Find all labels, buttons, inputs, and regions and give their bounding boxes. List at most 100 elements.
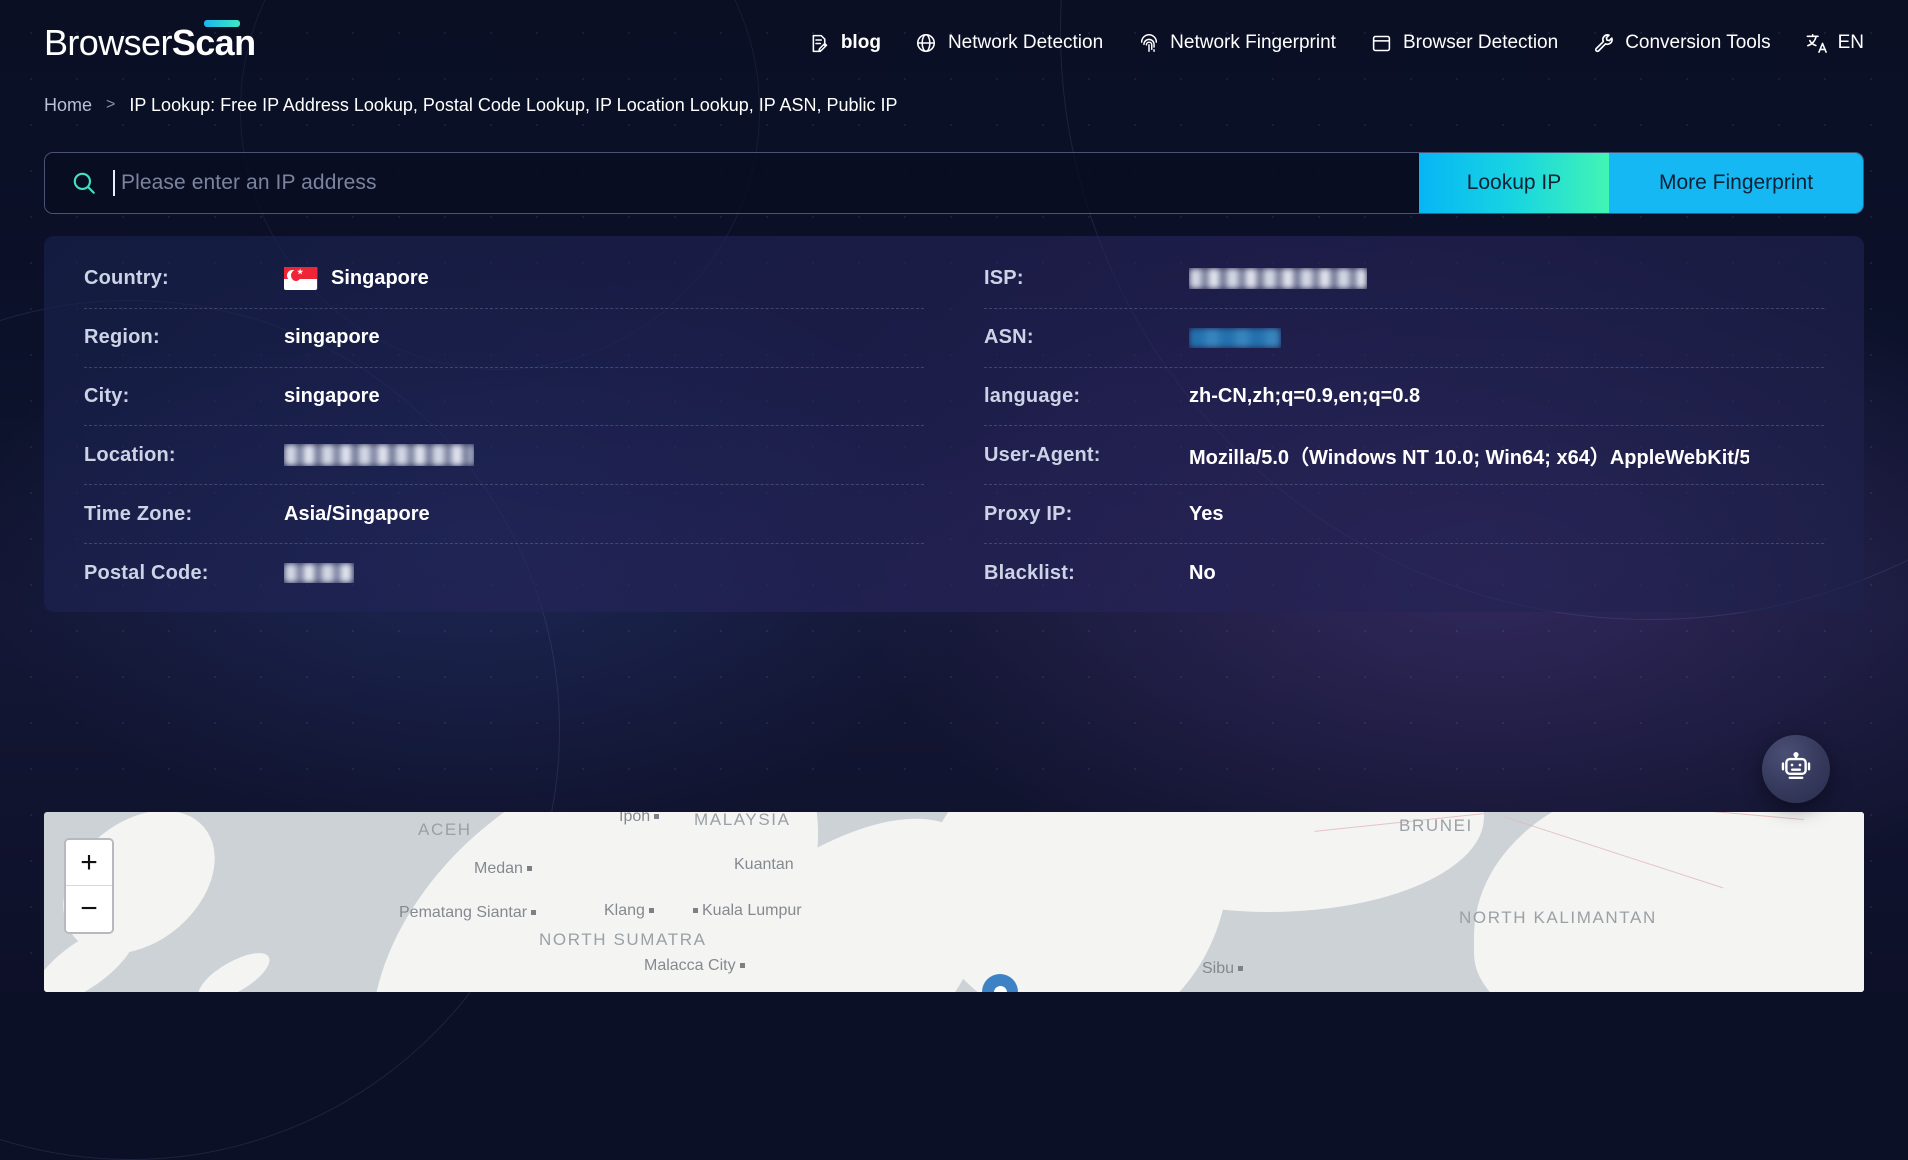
- browser-window-icon: [1370, 32, 1393, 55]
- map-region-label: NORTH SUMATRA: [539, 930, 707, 949]
- info-value-asn: [1189, 327, 1281, 348]
- map-city-label: Kuala Lumpur: [689, 902, 802, 920]
- document-pencil-icon: [808, 32, 831, 55]
- info-label-blacklist: Blacklist:: [984, 561, 1075, 584]
- brand-accent-bar: [203, 20, 240, 27]
- map-city-label: Ipoh: [619, 812, 663, 826]
- map-city-label: Sibu: [1202, 960, 1247, 978]
- info-value-isp: [1189, 268, 1367, 290]
- info-row-city: City: singapore: [84, 368, 924, 427]
- map-landmass: [191, 944, 277, 992]
- more-fingerprint-button[interactable]: More Fingerprint: [1609, 153, 1863, 213]
- search-input[interactable]: Please enter an IP address: [45, 153, 1419, 213]
- ip-search-bar: Please enter an IP address Lookup IP Mor…: [44, 152, 1864, 214]
- redacted-asn-value[interactable]: [1189, 327, 1281, 348]
- info-label-timezone: Time Zone:: [84, 502, 193, 525]
- map-city-dot-icon: [654, 814, 660, 820]
- map-region-label: ACEH: [418, 820, 472, 839]
- map-city-dot-icon: [1238, 966, 1244, 972]
- info-label-language: language:: [984, 385, 1081, 408]
- redacted-postal-code-value: [284, 563, 354, 584]
- breadcrumb: Home > IP Lookup: Free IP Address Lookup…: [0, 86, 1908, 124]
- info-row-proxy-ip: Proxy IP: Yes: [984, 485, 1824, 545]
- info-row-country: Country: ★ Singapore: [84, 250, 924, 309]
- chatbot-fab-button[interactable]: [1762, 735, 1830, 803]
- map-city-name: Kuantan: [734, 856, 794, 873]
- map-city-label: Pematang Siantar: [399, 904, 540, 922]
- nav-item-blog[interactable]: blog: [808, 32, 881, 55]
- info-value-region: singapore: [284, 326, 380, 349]
- info-label-proxy-ip: Proxy IP:: [984, 502, 1073, 525]
- info-value-location: [284, 444, 474, 467]
- info-value-postal-code: [284, 563, 354, 584]
- info-value-blacklist: No: [1189, 561, 1216, 584]
- info-value-city: singapore: [284, 385, 380, 408]
- info-row-postal-code: Postal Code:: [84, 544, 924, 602]
- nav-label-browser-detection: Browser Detection: [1402, 32, 1559, 53]
- map-city-name: Klang: [604, 902, 645, 919]
- globe-icon: [915, 32, 938, 55]
- nav-item-browser-detection[interactable]: Browser Detection: [1370, 32, 1558, 55]
- ip-location-map[interactable]: ACEH NORTH SUMATRA MALAYSIA BRUNEI NORTH…: [44, 812, 1864, 992]
- map-city-label: Kuantan: [734, 856, 794, 874]
- info-row-location: Location:: [84, 426, 924, 486]
- info-label-location: Location:: [84, 443, 176, 466]
- redacted-location-value: [284, 444, 474, 467]
- nav-item-network-detection[interactable]: Network Detection: [915, 32, 1103, 55]
- info-value-proxy-ip: Yes: [1189, 502, 1224, 525]
- info-label-country: Country:: [84, 267, 169, 290]
- translate-icon: [1805, 32, 1828, 55]
- info-row-timezone: Time Zone: Asia/Singapore: [84, 485, 924, 545]
- robot-icon: [1779, 750, 1813, 789]
- site-header: BrowserScan blog Network Detection Netwo…: [0, 0, 1908, 86]
- info-row-asn: ASN:: [984, 309, 1824, 368]
- info-row-region: Region: singapore: [84, 309, 924, 368]
- main-navigation: blog Network Detection Network Fingerpri…: [808, 32, 1864, 55]
- nav-label-network-fingerprint: Network Fingerprint: [1170, 32, 1336, 53]
- info-label-postal-code: Postal Code:: [84, 561, 209, 584]
- map-city-dot-icon: [693, 908, 698, 914]
- ip-info-right-column: ISP: ASN: language: zh-CN,zh;q=0.9,en;q=…: [954, 250, 1864, 602]
- singapore-flag-icon: ★: [284, 267, 317, 291]
- map-city-name: Pematang Siantar: [399, 904, 528, 921]
- breadcrumb-home-link[interactable]: Home: [44, 95, 92, 116]
- nav-item-network-fingerprint[interactable]: Network Fingerprint: [1137, 32, 1336, 55]
- map-city-name: Medan: [474, 860, 523, 877]
- fingerprint-icon: [1137, 32, 1160, 55]
- map-zoom-out-button[interactable]: −: [66, 886, 112, 932]
- info-row-isp: ISP:: [984, 250, 1824, 309]
- map-city-name: Sibu: [1202, 960, 1235, 977]
- breadcrumb-separator-icon: >: [106, 96, 116, 113]
- brand-logo[interactable]: BrowserScan: [44, 20, 256, 64]
- info-label-isp: ISP:: [984, 267, 1024, 290]
- nav-label-language: EN: [1837, 32, 1864, 53]
- map-city-name: Kuala Lumpur: [702, 902, 802, 919]
- info-label-region: Region:: [84, 326, 160, 349]
- map-city-name: Ipoh: [619, 812, 651, 825]
- info-value-country: ★ Singapore: [284, 267, 429, 291]
- info-value-timezone: Asia/Singapore: [284, 502, 430, 525]
- map-city-dot-icon: [739, 963, 745, 969]
- nav-label-blog: blog: [840, 32, 881, 53]
- map-city-label: Medan: [474, 860, 536, 878]
- map-zoom-in-button[interactable]: +: [66, 840, 112, 886]
- map-city-name: Malacca City: [644, 957, 736, 974]
- brand-name-bold: Scan: [171, 22, 256, 63]
- wrench-icon: [1592, 32, 1615, 55]
- search-icon: [71, 170, 97, 196]
- brand-name-light: Browser: [44, 22, 172, 63]
- map-landmass-borneo: [1474, 812, 1864, 992]
- info-label-city: City:: [84, 385, 130, 408]
- info-row-blacklist: Blacklist: No: [984, 544, 1824, 602]
- ip-info-left-column: Country: ★ Singapore Region: singapore C…: [44, 250, 954, 602]
- country-name: Singapore: [331, 267, 429, 290]
- search-placeholder-text: Please enter an IP address: [121, 171, 377, 194]
- lookup-ip-button[interactable]: Lookup IP: [1419, 153, 1609, 213]
- ip-info-card: Country: ★ Singapore Region: singapore C…: [44, 236, 1864, 612]
- text-cursor: [113, 170, 115, 196]
- nav-item-conversion-tools[interactable]: Conversion Tools: [1592, 32, 1771, 55]
- info-value-language: zh-CN,zh;q=0.9,en;q=0.8: [1189, 385, 1421, 408]
- map-city-label: Malacca City: [644, 957, 749, 975]
- nav-label-conversion-tools: Conversion Tools: [1625, 32, 1771, 53]
- nav-item-language[interactable]: EN: [1805, 32, 1864, 55]
